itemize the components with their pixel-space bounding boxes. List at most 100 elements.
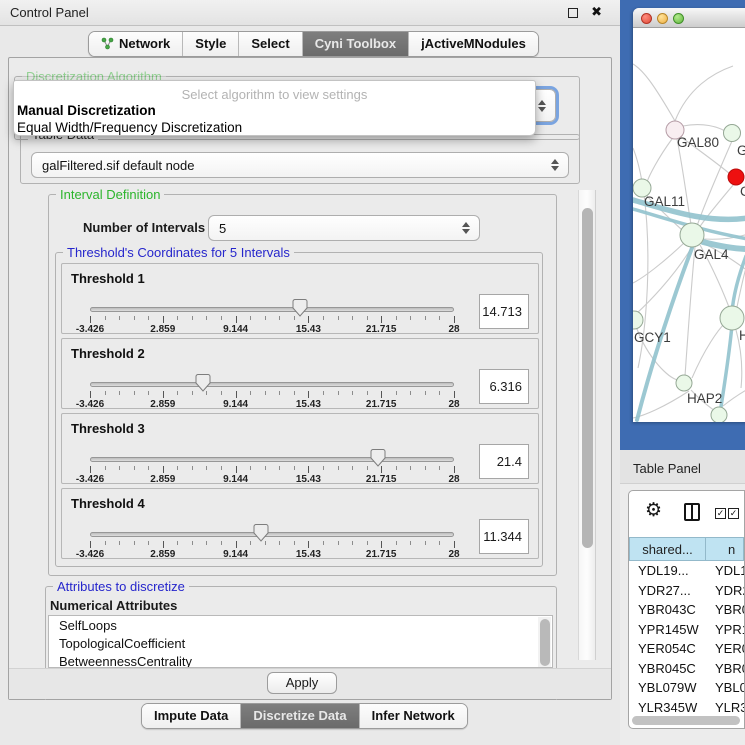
table-panel-title: Table Panel xyxy=(633,461,701,476)
attributes-list-scrollbar[interactable] xyxy=(538,617,551,668)
minimize-window-icon[interactable] xyxy=(657,13,668,24)
axis-tick-label: 9.144 xyxy=(223,324,248,335)
table-panel-titlebar: Table Panel xyxy=(620,450,745,484)
tab-infer-network-label: Infer Network xyxy=(372,708,455,723)
axis-tick-label: 15.43 xyxy=(296,549,321,560)
slider-handle[interactable] xyxy=(195,374,210,392)
tab-infer-network[interactable]: Infer Network xyxy=(360,704,467,728)
table-row[interactable]: YDR27...YDR2 xyxy=(629,581,744,601)
axis-tick-label: -3.426 xyxy=(76,324,104,335)
slider-ticks xyxy=(90,391,454,398)
node-gcy1[interactable] xyxy=(633,311,643,329)
table-row[interactable]: YLR345WYLR3 xyxy=(629,698,744,718)
top-tab-bar: Network Style Select Cyni Toolbox jActiv… xyxy=(88,31,539,57)
attribute-list-item[interactable]: TopologicalCoefficient xyxy=(49,634,552,652)
threshold-panel-4: Threshold 4 -3.4262.8599.14415.4321.7152… xyxy=(61,488,539,559)
table-columns-icon[interactable] xyxy=(684,503,700,521)
apply-button[interactable]: Apply xyxy=(267,672,337,694)
table-row[interactable]: YBR043CYBR0 xyxy=(629,600,744,620)
table-row[interactable]: YDL19...YDL1 xyxy=(629,561,744,581)
float-window-icon[interactable] xyxy=(568,8,578,18)
network-view-window[interactable]: GAL80 GA C GAL11 GAL4 GCY1 H HAP2 xyxy=(633,8,745,422)
threshold-slider[interactable]: -3.4262.8599.14415.4321.71528 xyxy=(90,373,454,409)
axis-tick-label: 21.715 xyxy=(366,399,397,410)
attribute-list-item[interactable]: BetweennessCentrality xyxy=(49,652,552,668)
tab-cyni-toolbox[interactable]: Cyni Toolbox xyxy=(303,32,409,56)
checkbox-icon[interactable]: ✓ xyxy=(715,508,726,519)
tab-impute-data[interactable]: Impute Data xyxy=(142,704,241,728)
numerical-attributes-label: Numerical Attributes xyxy=(50,598,177,613)
node-hap2[interactable] xyxy=(676,375,692,391)
popup-option-equal-width[interactable]: Equal Width/Frequency Discretization xyxy=(17,120,242,135)
table-row[interactable]: YER054CYER0 xyxy=(629,639,744,659)
threshold-value-field[interactable]: 11.344 xyxy=(479,519,529,554)
table-cell: YDL1 xyxy=(706,563,744,578)
table-row[interactable]: YBR045CYBR0 xyxy=(629,659,744,679)
network-canvas[interactable]: GAL80 GA C GAL11 GAL4 GCY1 H HAP2 xyxy=(633,28,745,422)
network-window-titlebar[interactable] xyxy=(633,8,745,28)
table-cell: YBR0 xyxy=(706,661,744,676)
attr-items-holder: SelfLoopsTopologicalCoefficientBetweenne… xyxy=(49,616,552,668)
slider-handle[interactable] xyxy=(370,449,385,467)
column-header-shared-name[interactable]: shared... xyxy=(629,537,706,561)
threshold-value-field[interactable]: 21.4 xyxy=(479,444,529,479)
threshold-value-field[interactable]: 6.316 xyxy=(479,369,529,404)
table-cell: YDR2 xyxy=(706,583,744,598)
axis-tick-label: 15.43 xyxy=(296,399,321,410)
threshold-value-field[interactable]: 14.713 xyxy=(479,294,529,329)
attribute-list-item[interactable]: SelfLoops xyxy=(49,616,552,634)
close-window-icon[interactable] xyxy=(641,13,652,24)
slider-tick-labels: -3.4262.8599.14415.4321.71528 xyxy=(90,399,454,411)
axis-tick-label: 2.859 xyxy=(150,324,175,335)
zoom-window-icon[interactable] xyxy=(673,13,684,24)
network-icon xyxy=(101,37,114,50)
intervals-count-combobox[interactable]: 5 xyxy=(208,215,480,241)
slider-handle[interactable] xyxy=(254,524,269,542)
slider-tick-labels: -3.4262.8599.14415.4321.71528 xyxy=(90,474,454,486)
axis-tick-label: -3.426 xyxy=(76,474,104,485)
attributes-group-title: Attributes to discretize xyxy=(53,579,189,594)
node-bottom-partial[interactable] xyxy=(711,407,727,422)
table-cell: YLR345W xyxy=(629,700,706,715)
table-settings-gear-icon[interactable]: ⚙ xyxy=(645,501,662,520)
table-row[interactable]: YPR145WYPR1 xyxy=(629,620,744,640)
node-gal4[interactable] xyxy=(680,223,704,247)
slider-tick-labels: -3.4262.8599.14415.4321.71528 xyxy=(90,549,454,561)
slider-track[interactable] xyxy=(90,532,454,537)
axis-tick-label: 28 xyxy=(448,549,459,560)
slider-handle[interactable] xyxy=(293,299,308,317)
popup-option-manual[interactable]: Manual Discretization xyxy=(17,103,156,118)
axis-tick-label: 9.144 xyxy=(223,399,248,410)
table-data-combobox[interactable]: galFiltered.sif default node xyxy=(31,152,569,178)
tab-style[interactable]: Style xyxy=(183,32,239,56)
tab-select[interactable]: Select xyxy=(239,32,302,56)
column-header-name[interactable]: n xyxy=(706,537,744,561)
axis-tick-label: 9.144 xyxy=(223,474,248,485)
main-scrollbar[interactable] xyxy=(578,190,596,660)
table-row[interactable]: YBL079WYBL0 xyxy=(629,678,744,698)
node-partial-h[interactable] xyxy=(720,306,744,330)
table-cell: YDL19... xyxy=(629,563,706,578)
slider-track[interactable] xyxy=(90,457,454,462)
attributes-list[interactable]: SelfLoopsTopologicalCoefficientBetweenne… xyxy=(48,615,553,668)
table-horizontal-scrollbar[interactable] xyxy=(632,716,740,725)
axis-tick-label: 21.715 xyxy=(366,474,397,485)
axis-tick-label: -3.426 xyxy=(76,399,104,410)
node-label-gal4: GAL4 xyxy=(694,247,729,262)
checkbox-icon[interactable]: ✓ xyxy=(728,508,739,519)
main-scrollbar-thumb[interactable] xyxy=(582,208,593,548)
desktop-background: GAL80 GA C GAL11 GAL4 GCY1 H HAP2 xyxy=(620,0,745,450)
threshold-slider[interactable]: -3.4262.8599.14415.4321.71528 xyxy=(90,448,454,484)
node-partial-top[interactable] xyxy=(724,125,741,142)
node-label-gal80: GAL80 xyxy=(677,135,719,150)
close-panel-icon[interactable]: ✖ xyxy=(591,4,602,20)
slider-track[interactable] xyxy=(90,382,454,387)
slider-track[interactable] xyxy=(90,307,454,312)
threshold-slider[interactable]: -3.4262.8599.14415.4321.71528 xyxy=(90,298,454,334)
tab-discretize-data[interactable]: Discretize Data xyxy=(241,704,359,728)
tab-network[interactable]: Network xyxy=(89,32,183,56)
threshold-slider[interactable]: -3.4262.8599.14415.4321.71528 xyxy=(90,523,454,559)
tab-jactivemnodules[interactable]: jActiveMNodules xyxy=(409,32,538,56)
table-cell: YER054C xyxy=(629,641,706,656)
node-red-selected[interactable] xyxy=(728,169,744,185)
